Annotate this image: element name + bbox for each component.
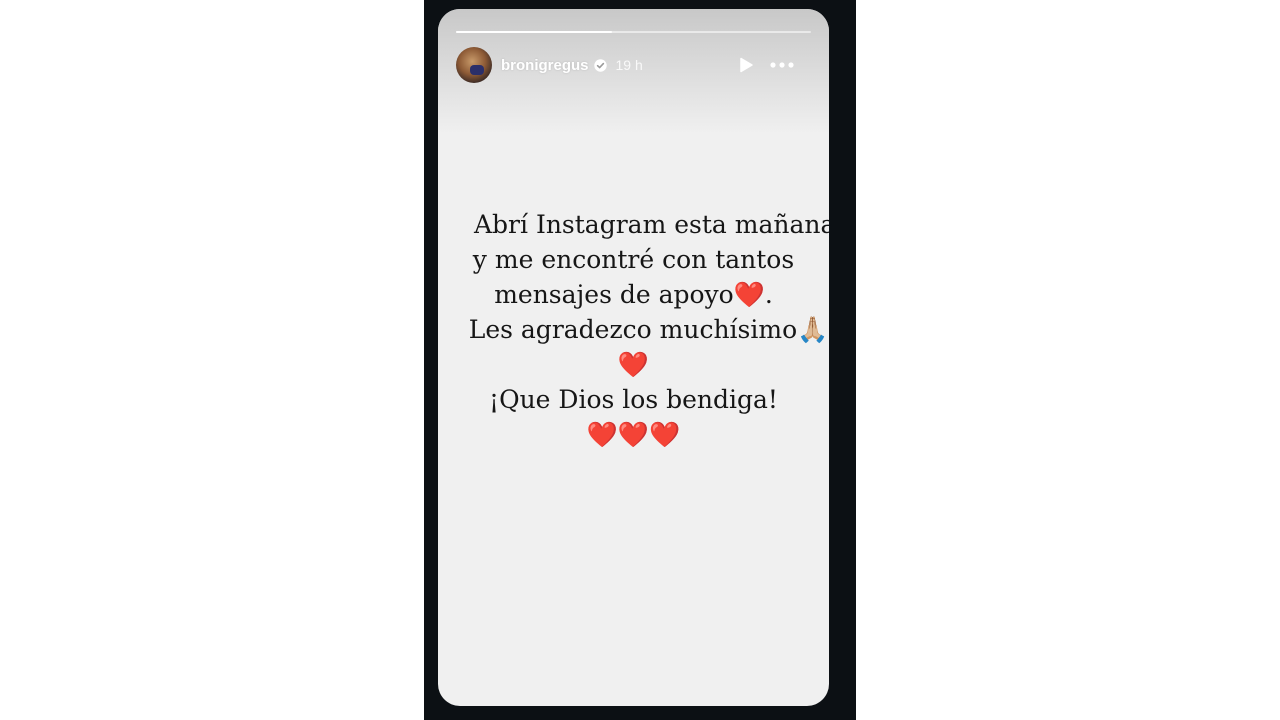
more-options-button[interactable]	[769, 55, 795, 75]
story-header: bronigregus 19 h	[456, 47, 811, 83]
story-card[interactable]: bronigregus 19 h Abrí Instagram esta mañ…	[438, 9, 829, 706]
story-timestamp: 19 h	[615, 57, 643, 73]
more-options-icon	[770, 62, 794, 68]
message-line: Les agradezco muchísimo🙏🏼	[468, 315, 829, 344]
page: bronigregus 19 h Abrí Instagram esta mañ…	[0, 0, 1280, 720]
story-message: Abrí Instagram esta mañana y me encontré…	[438, 207, 829, 452]
avatar[interactable]	[456, 47, 492, 83]
play-button[interactable]	[738, 57, 754, 73]
message-line: ❤️	[617, 350, 650, 379]
message-line: y me encontré con tantos	[472, 245, 795, 274]
story-progress-fill	[456, 31, 613, 33]
message-line: ❤️❤️❤️	[586, 420, 681, 449]
story-progress-bar	[456, 31, 811, 33]
verified-badge-icon	[593, 58, 607, 72]
message-line: Abrí Instagram esta mañana	[474, 210, 829, 239]
message-line: mensajes de apoyo❤️.	[494, 280, 773, 309]
play-icon	[740, 57, 753, 73]
message-line: ¡Que Dios los bendiga!	[489, 385, 778, 414]
username[interactable]: bronigregus	[501, 57, 589, 74]
